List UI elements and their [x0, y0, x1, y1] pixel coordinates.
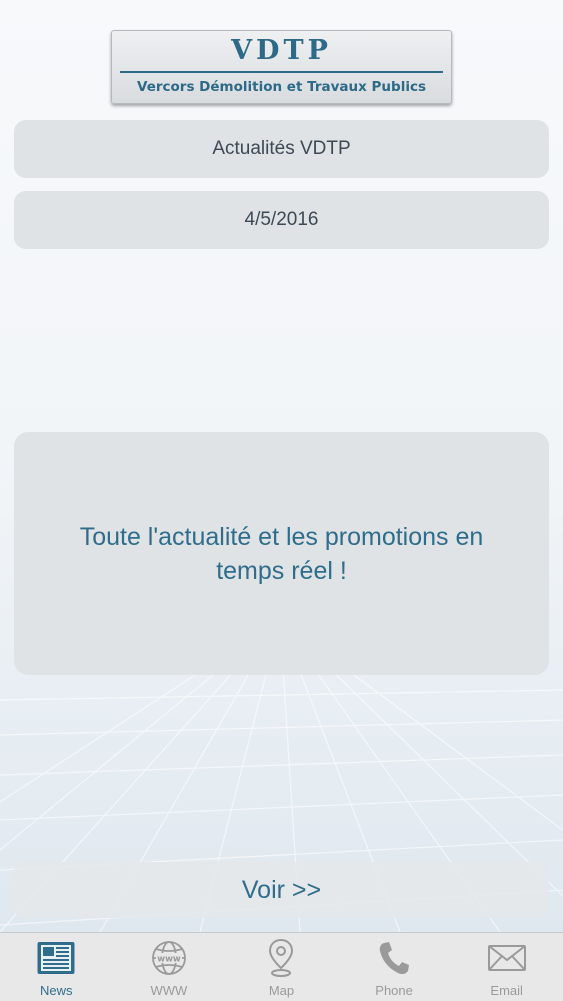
tab-map[interactable]: Map: [225, 933, 338, 1001]
company-logo: VDTP Vercors Démolition et Travaux Publi…: [111, 30, 452, 104]
logo-mark: VDTP: [231, 35, 332, 66]
map-pin-icon: [259, 938, 303, 978]
tab-news[interactable]: News: [0, 933, 113, 1001]
tab-email[interactable]: Email: [450, 933, 563, 1001]
tab-www[interactable]: www WWW: [113, 933, 226, 1001]
envelope-icon: [485, 938, 529, 978]
tab-bar: News www WWW Map Phone Email: [0, 932, 563, 1001]
tab-map-label: Map: [268, 983, 295, 998]
tab-phone[interactable]: Phone: [338, 933, 451, 1001]
tab-phone-label: Phone: [375, 983, 413, 998]
news-body: Toute l'actualité et les promotions en t…: [14, 432, 549, 675]
see-more-button[interactable]: Voir >>: [14, 862, 549, 918]
news-date: 4/5/2016: [14, 191, 549, 249]
newspaper-icon: [34, 938, 78, 978]
logo-subtitle: Vercors Démolition et Travaux Publics: [136, 79, 426, 95]
phone-icon: [372, 938, 416, 978]
tab-email-label: Email: [490, 983, 523, 998]
news-title: Actualités VDTP: [14, 120, 549, 178]
tab-news-label: News: [40, 983, 73, 998]
tab-www-label: WWW: [150, 983, 188, 998]
svg-text:www: www: [157, 955, 181, 965]
logo-rule: [120, 71, 443, 73]
globe-icon: www: [147, 938, 191, 978]
